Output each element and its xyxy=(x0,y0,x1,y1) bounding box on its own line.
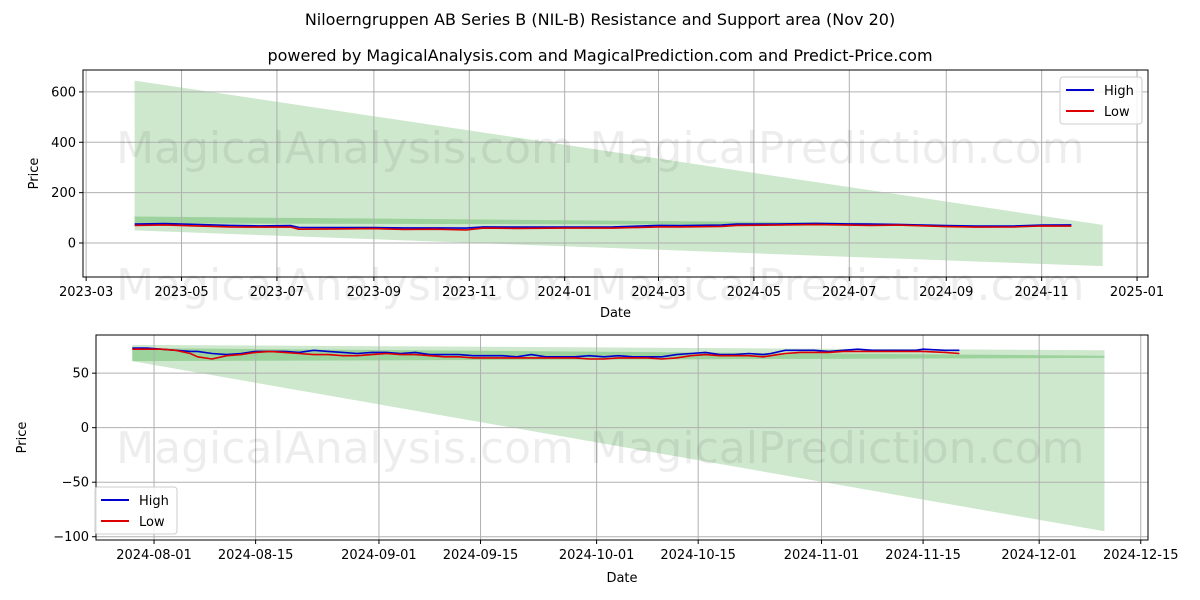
x-tick-label: 2025-01 xyxy=(1110,285,1164,300)
x-axis-label: Date xyxy=(606,571,637,586)
watermark-text: MagicalAnalysis.com xyxy=(116,123,574,174)
x-tick-label: 2024-11-15 xyxy=(885,548,961,563)
x-tick-label: 2023-03 xyxy=(59,285,113,300)
y-tick-label: 200 xyxy=(51,186,76,201)
x-tick-label: 2024-03 xyxy=(631,285,685,300)
x-tick-label: 2023-07 xyxy=(250,285,304,300)
x-tick-label: 2024-12-01 xyxy=(1001,548,1077,563)
x-tick-label: 2024-07 xyxy=(822,285,876,300)
x-tick-label: 2024-08-15 xyxy=(218,548,294,563)
y-tick-label: −50 xyxy=(62,476,89,491)
legend-label-low: Low xyxy=(139,515,165,530)
x-tick-label: 2024-08-01 xyxy=(116,548,192,563)
x-tick-label: 2024-10-15 xyxy=(660,548,736,563)
legend-label-high: High xyxy=(1104,84,1134,99)
legend: High Low xyxy=(94,486,178,535)
x-tick-label: 2024-01 xyxy=(538,285,592,300)
chart-recent-zoom: MagicalAnalysis.com MagicalPrediction.com… xyxy=(15,334,1179,586)
legend-label-high: High xyxy=(139,494,169,509)
x-tick-label: 2023-09 xyxy=(347,285,401,300)
x-tick-label: 2024-05 xyxy=(727,285,781,300)
y-axis-label: Price xyxy=(15,422,30,454)
y-tick-label: 50 xyxy=(72,367,89,382)
y-tick-label: 0 xyxy=(68,237,76,252)
charts-canvas: MagicalAnalysis.com MagicalPrediction.com… xyxy=(15,69,1179,586)
x-tick-label: 2024-11 xyxy=(1014,285,1068,300)
x-axis-label: Date xyxy=(600,306,631,321)
x-tick-label: 2024-10-01 xyxy=(559,548,635,563)
legend: High Low xyxy=(1059,76,1143,125)
y-axis-label: Price xyxy=(27,158,42,190)
x-tick-label: 2023-05 xyxy=(154,285,208,300)
chart-full-history: MagicalAnalysis.com MagicalPrediction.com… xyxy=(27,69,1164,321)
y-tick-label: 0 xyxy=(81,421,89,436)
x-tick-label: 2024-09-01 xyxy=(341,548,417,563)
y-tick-label: 400 xyxy=(51,136,76,151)
legend-label-low: Low xyxy=(1104,105,1130,120)
watermark-text: MagicalAnalysis.com xyxy=(116,423,574,474)
y-tick-label: −100 xyxy=(53,530,89,545)
y-tick-label: 600 xyxy=(51,85,76,100)
watermark-text: MagicalPrediction.com xyxy=(590,423,1085,474)
x-tick-label: 2024-09-15 xyxy=(443,548,519,563)
x-tick-label: 2023-11 xyxy=(442,285,496,300)
x-tick-label: 2024-12-15 xyxy=(1103,548,1179,563)
x-tick-label: 2024-09 xyxy=(919,285,973,300)
watermark-text: MagicalPrediction.com xyxy=(590,123,1085,174)
x-tick-label: 2024-11-01 xyxy=(784,548,860,563)
